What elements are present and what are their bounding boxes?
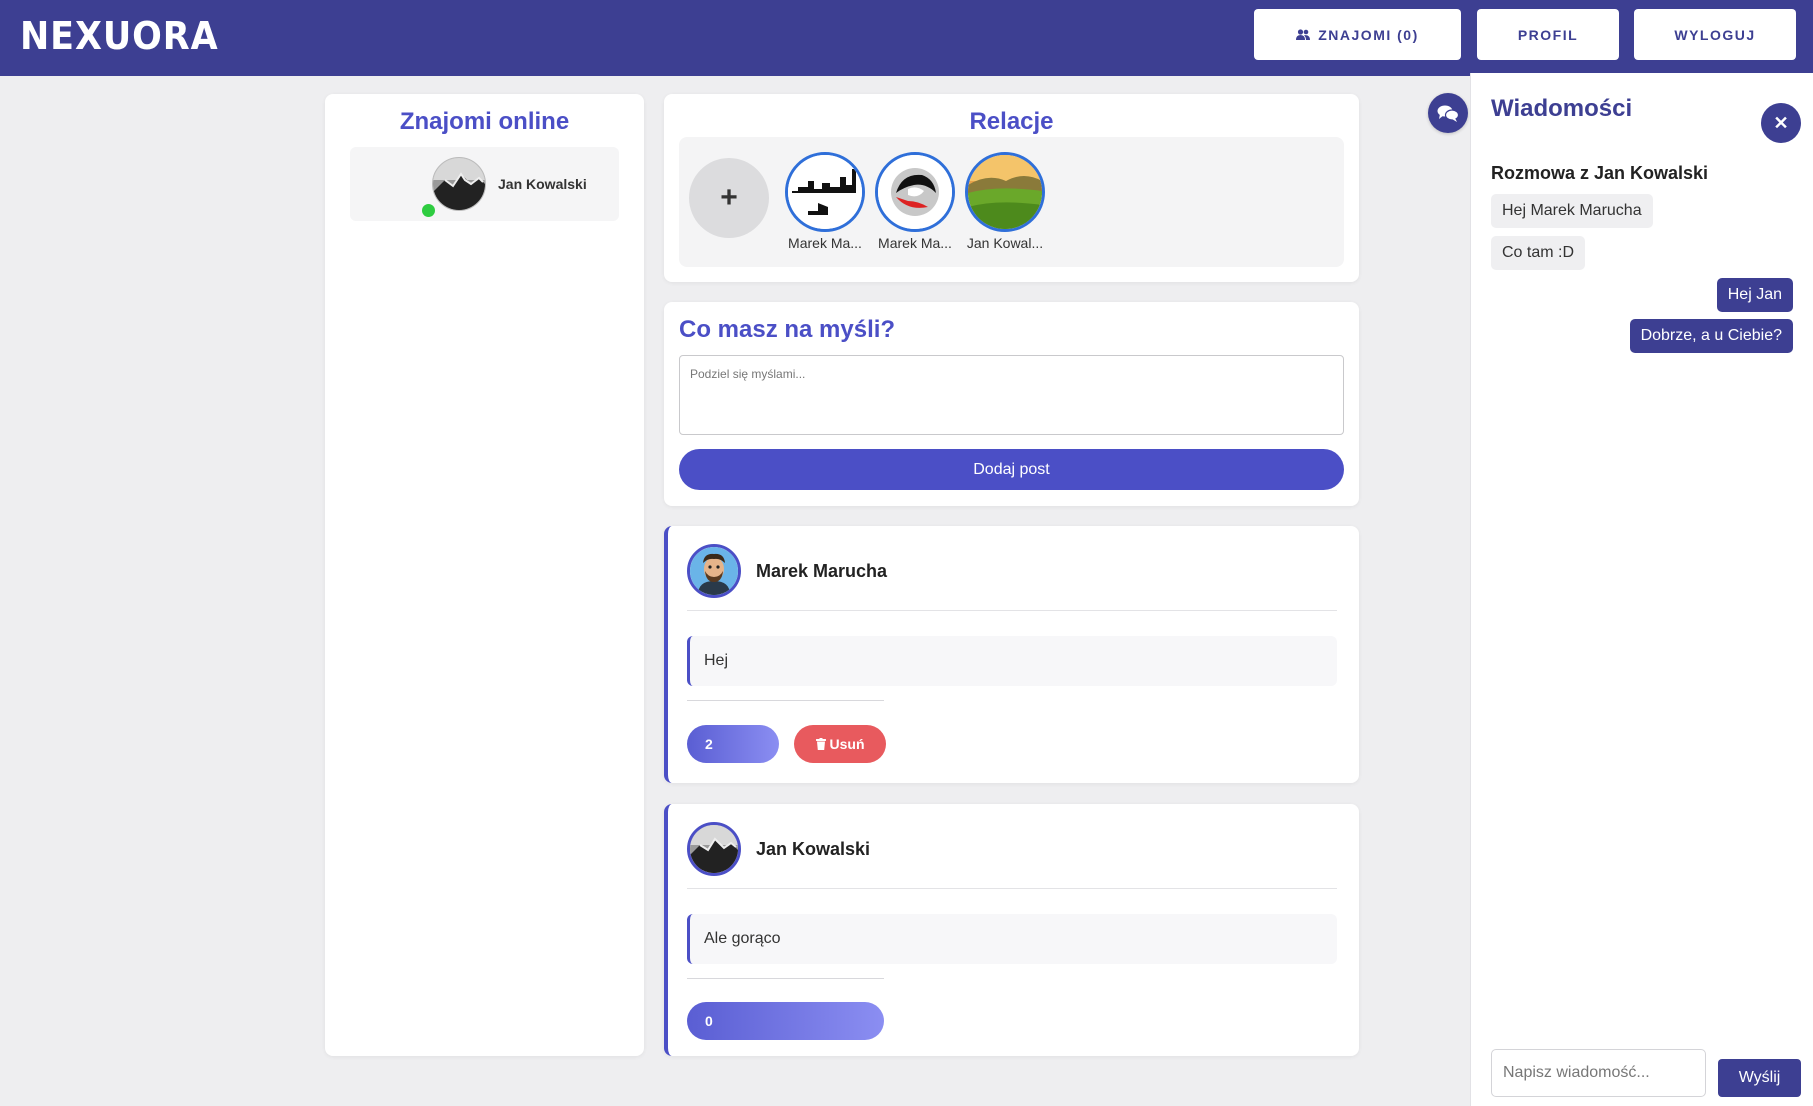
online-friend-name: Jan Kowalski [498, 176, 587, 192]
logout-button[interactable]: WYLOGUJ [1634, 9, 1796, 60]
relation-item[interactable]: Marek Ma... [875, 152, 955, 251]
online-friend-item[interactable]: Jan Kowalski [350, 147, 619, 221]
post-textarea[interactable]: Podziel się myślami... [679, 355, 1344, 435]
friends-online-panel: Znajomi online Jan Kowalski [325, 94, 644, 1056]
post-author-name[interactable]: Marek Marucha [756, 561, 887, 582]
relations-title: Relacje [969, 108, 1054, 135]
close-messages-button[interactable]: ✕ [1761, 103, 1801, 143]
post-divider [687, 978, 884, 979]
message-outgoing: Dobrze, a u Ciebie? [1629, 319, 1793, 353]
app-logo[interactable]: NEXUORA [20, 14, 219, 58]
relation-name: Marek Ma... [878, 235, 952, 251]
profile-button[interactable]: PROFIL [1477, 9, 1619, 60]
top-navbar: NEXUORA ZNAJOMI (0) PROFIL WYLOGUJ [0, 0, 1813, 76]
like-count: 2 [705, 736, 713, 752]
like-button[interactable]: 0 [687, 1002, 884, 1040]
logout-button-label: WYLOGUJ [1674, 26, 1756, 43]
composer-title: Co masz na myśli? [679, 316, 896, 343]
messages-panel: Wiadomości ✕ Rozmowa z Jan Kowalski Hej … [1470, 73, 1813, 1106]
post-card: Jan Kowalski Ale gorąco 0 [664, 804, 1359, 1056]
messages-title: Wiadomości [1491, 95, 1633, 122]
relation-avatar [785, 152, 865, 232]
relation-item[interactable]: Marek Ma... [785, 152, 865, 251]
friends-button-label: ZNAJOMI (0) [1318, 26, 1419, 43]
post-divider [687, 888, 1337, 889]
relations-panel: Relacje + Marek Ma... Marek Ma... Jan Ko… [664, 94, 1359, 282]
friends-online-title: Znajomi online [399, 108, 570, 135]
users-icon [1296, 29, 1311, 40]
send-message-button[interactable]: Wyślij [1718, 1059, 1801, 1097]
message-incoming: Co tam :D [1491, 236, 1586, 270]
post-divider [687, 610, 1337, 611]
message-input[interactable]: Napisz wiadomość... [1491, 1049, 1706, 1097]
post-content: Ale gorąco [687, 914, 1337, 964]
online-status-dot [422, 204, 435, 217]
post-author-avatar[interactable] [687, 544, 741, 598]
trash-icon [815, 738, 826, 750]
relation-avatar [965, 152, 1045, 232]
conversation-title: Rozmowa z Jan Kowalski [1491, 163, 1709, 183]
like-count: 0 [705, 1013, 713, 1029]
friends-button[interactable]: ZNAJOMI (0) [1254, 9, 1461, 60]
message-incoming: Hej Marek Marucha [1491, 194, 1653, 228]
profile-button-label: PROFIL [1517, 26, 1579, 43]
delete-post-label: Usuń [829, 736, 865, 752]
post-author-name[interactable]: Jan Kowalski [756, 839, 870, 860]
like-button[interactable]: 2 [687, 725, 779, 763]
post-author-avatar[interactable] [687, 822, 741, 876]
chat-bubbles-icon [1437, 105, 1459, 122]
relation-avatar [875, 152, 955, 232]
post-composer: Co masz na myśli? Podziel się myślami...… [664, 302, 1359, 506]
post-content: Hej [687, 636, 1337, 686]
add-post-button[interactable]: Dodaj post [679, 449, 1344, 490]
relation-name: Jan Kowal... [966, 235, 1044, 251]
post-divider [687, 700, 884, 701]
chat-toggle-button[interactable] [1428, 93, 1468, 133]
relations-strip: + Marek Ma... Marek Ma... Jan Kowal... [679, 137, 1344, 267]
relation-name: Marek Ma... [788, 235, 862, 251]
message-outgoing: Hej Jan [1716, 278, 1793, 312]
avatar [432, 157, 486, 211]
add-relation-button[interactable]: + [689, 158, 769, 238]
post-card: Marek Marucha Hej 2 Usuń [664, 526, 1359, 783]
relation-item[interactable]: Jan Kowal... [965, 152, 1045, 251]
delete-post-button[interactable]: Usuń [794, 725, 886, 763]
